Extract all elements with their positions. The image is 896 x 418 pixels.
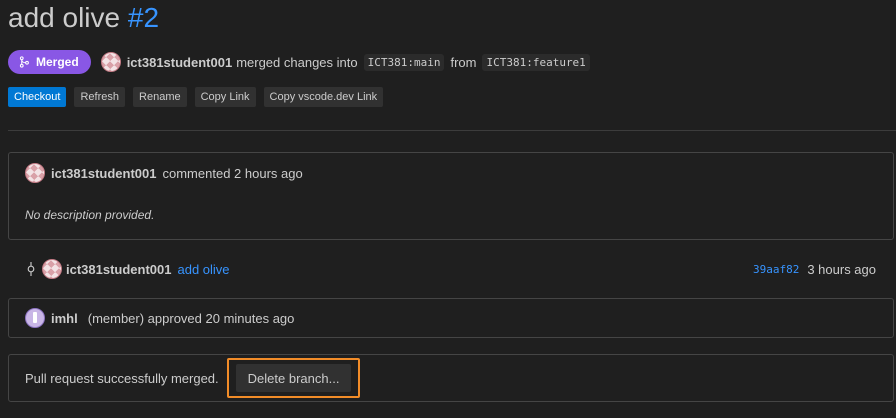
commit-author[interactable]: ict381student001 bbox=[66, 262, 172, 277]
avatar[interactable] bbox=[25, 163, 45, 183]
merge-status-card: Pull request successfully merged. Delete… bbox=[8, 354, 894, 402]
avatar[interactable] bbox=[25, 308, 45, 328]
review-status-text: (member) approved 20 minutes ago bbox=[87, 310, 295, 326]
review-content: imhl (member) approved 20 minutes ago bbox=[25, 308, 294, 328]
source-branch: ICT381:feature1 bbox=[482, 53, 590, 71]
avatar[interactable] bbox=[100, 52, 121, 72]
delete-branch-highlight: Delete branch... bbox=[226, 358, 361, 398]
merge-status-content: Pull request successfully merged. Delete… bbox=[25, 355, 361, 401]
from-text: from bbox=[450, 54, 477, 70]
checkout-button[interactable]: Checkout bbox=[8, 87, 67, 107]
pull-request-page: add olive #2 Merged ict381student001 mer… bbox=[0, 0, 896, 418]
git-merge-icon bbox=[19, 56, 29, 68]
pr-number-link[interactable]: #2 bbox=[128, 2, 159, 33]
comment-meta: commented 2 hours ago bbox=[162, 165, 303, 181]
page-title: add olive #2 bbox=[8, 0, 159, 36]
commit-timeline-item: ict381student001 add olive 39aaf82 3 hou… bbox=[24, 259, 876, 279]
comment-author[interactable]: ict381student001 bbox=[51, 166, 157, 181]
description-comment-card: ict381student001 commented 2 hours ago N… bbox=[8, 152, 894, 240]
comment-body: No description provided. bbox=[25, 208, 155, 222]
delete-branch-button[interactable]: Delete branch... bbox=[235, 364, 352, 392]
target-branch: ICT381:main bbox=[363, 53, 445, 71]
copy-vscode-dev-link-button[interactable]: Copy vscode.dev Link bbox=[263, 87, 384, 107]
commit-sha-link[interactable]: 39aaf82 bbox=[753, 263, 799, 276]
reviewer-username[interactable]: imhl bbox=[51, 311, 78, 326]
merger-username[interactable]: ict381student001 bbox=[127, 55, 233, 70]
pr-status-row: Merged ict381student001 merged changes i… bbox=[8, 50, 590, 74]
copy-link-button[interactable]: Copy Link bbox=[194, 87, 256, 107]
refresh-button[interactable]: Refresh bbox=[74, 87, 126, 107]
avatar[interactable] bbox=[42, 259, 62, 279]
comment-header: ict381student001 commented 2 hours ago bbox=[25, 163, 303, 183]
divider bbox=[8, 130, 896, 131]
merge-status-text: Pull request successfully merged. bbox=[25, 370, 219, 386]
merged-status-badge: Merged bbox=[8, 50, 91, 74]
pr-actions-toolbar: Checkout Refresh Rename Copy Link Copy v… bbox=[8, 87, 384, 107]
rename-button[interactable]: Rename bbox=[133, 87, 187, 107]
commit-meta: 39aaf82 3 hours ago bbox=[753, 262, 876, 277]
merged-badge-label: Merged bbox=[36, 55, 79, 69]
pr-title-text: add olive bbox=[8, 2, 121, 33]
review-timeline-item: imhl (member) approved 20 minutes ago bbox=[8, 298, 894, 338]
git-commit-icon bbox=[27, 262, 35, 276]
commit-time: 3 hours ago bbox=[807, 261, 876, 277]
merged-changes-text: merged changes into bbox=[236, 54, 358, 70]
commit-message-link[interactable]: add olive bbox=[178, 262, 230, 277]
